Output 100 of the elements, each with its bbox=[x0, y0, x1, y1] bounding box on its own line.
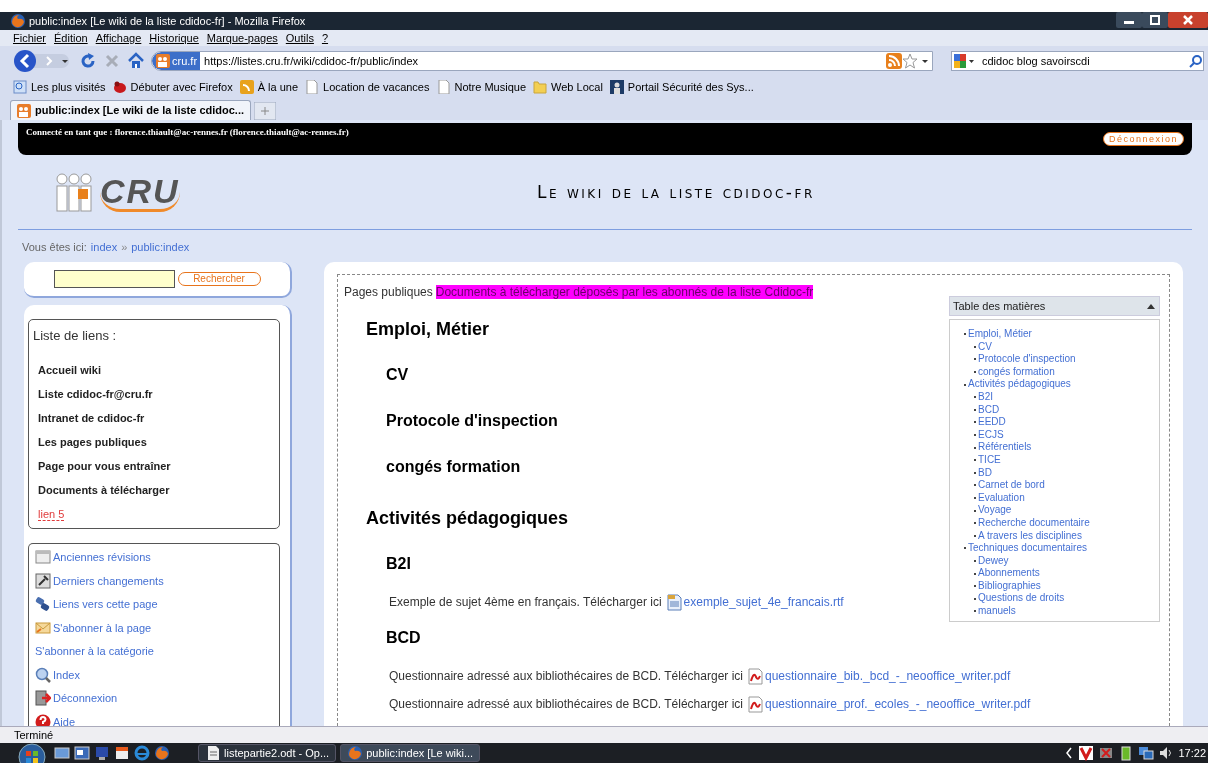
window-icon[interactable] bbox=[74, 745, 90, 761]
search-icon bbox=[13, 80, 27, 94]
search-engine-icon[interactable] bbox=[952, 52, 976, 70]
toc-link[interactable]: Protocole d'inspection bbox=[978, 353, 1076, 366]
sidebar-link[interactable]: Intranet de cdidoc-fr bbox=[38, 405, 279, 430]
toc-header[interactable]: Table des matières bbox=[949, 296, 1160, 316]
bookmark-item[interactable]: Les plus visités bbox=[13, 78, 106, 96]
sidebar-tool-link[interactable]: S'abonner à la page bbox=[35, 616, 279, 640]
toc-link[interactable]: A travers les disciplines bbox=[978, 529, 1082, 543]
toc-link[interactable]: EEDD bbox=[978, 416, 1006, 429]
toc-link[interactable]: Questions de droits bbox=[978, 592, 1065, 606]
toc-link[interactable]: Techniques documentaires bbox=[968, 542, 1087, 555]
toc-link[interactable]: Emploi, Métier bbox=[968, 328, 1032, 341]
toc-link[interactable]: BD bbox=[978, 466, 992, 480]
browser-icon[interactable] bbox=[134, 745, 150, 761]
exit-icon bbox=[35, 690, 51, 707]
star-icon[interactable] bbox=[902, 53, 918, 69]
bookmark-item[interactable]: Notre Musique bbox=[436, 78, 527, 96]
menu-item[interactable]: Affichage bbox=[95, 29, 142, 47]
network-error-icon[interactable] bbox=[1098, 745, 1115, 761]
toc-link[interactable]: manuels bbox=[978, 605, 1016, 618]
monitor-icon[interactable] bbox=[94, 745, 110, 761]
people-icon bbox=[17, 103, 31, 118]
taskbar-button[interactable]: listepartie2.odt - Op... bbox=[198, 744, 337, 762]
file-link[interactable]: questionnaire_prof._ecoles_-_neooffice_writer.pdf bbox=[764, 695, 1031, 713]
reload-icon[interactable] bbox=[79, 52, 97, 70]
search-field[interactable]: cdidoc blog savoirscdi bbox=[951, 51, 1204, 71]
links-title: Liste de liens : bbox=[33, 327, 118, 345]
chevron-icon[interactable] bbox=[1064, 746, 1075, 760]
toc-link[interactable]: CV bbox=[978, 340, 992, 354]
search-icon[interactable] bbox=[1189, 54, 1203, 68]
page-icon bbox=[436, 80, 451, 94]
toc-link[interactable]: Activités pédagogiques bbox=[968, 378, 1071, 391]
highlighted-text: Documents à télécharger déposés par les abonnés de la liste Cdidoc-fr bbox=[435, 285, 814, 299]
calendar-icon[interactable] bbox=[114, 745, 130, 761]
menu-item[interactable]: Édition bbox=[54, 29, 88, 47]
section-heading: Activités pédagogiques bbox=[366, 507, 569, 530]
toc-link[interactable]: Référentiels bbox=[978, 441, 1032, 454]
shield-icon[interactable] bbox=[1078, 745, 1095, 761]
taskbar-button[interactable]: public:index [Le wiki... bbox=[340, 744, 481, 762]
bookmark-item[interactable]: Portail Sécurité des Sys... bbox=[609, 78, 754, 96]
toc-link[interactable]: Carnet de bord bbox=[978, 479, 1045, 492]
bookmark-item[interactable]: Location de vacances bbox=[305, 78, 430, 96]
collapse-icon[interactable] bbox=[1146, 302, 1156, 310]
sidebar-tool-link[interactable]: Liens vers cette page bbox=[35, 592, 279, 616]
bookmark-item[interactable]: À la une bbox=[239, 78, 299, 96]
desktop-icon[interactable] bbox=[54, 745, 70, 761]
toc-link[interactable]: ECJS bbox=[978, 428, 1004, 442]
document-icon bbox=[205, 745, 221, 761]
sidebar-tool-link[interactable]: S'abonner à la catégorie bbox=[35, 639, 279, 663]
sidebar-link[interactable]: Liste cdidoc-fr@cru.fr bbox=[38, 381, 279, 406]
sidebar-tool-link[interactable]: Derniers changements bbox=[35, 569, 279, 593]
status-text: Terminé bbox=[14, 727, 54, 743]
sidebar-tool-link[interactable]: Anciennes révisions bbox=[35, 545, 279, 569]
toc-link[interactable]: congés formation bbox=[978, 365, 1055, 379]
sidebar-link[interactable]: lien 5 bbox=[38, 501, 279, 526]
logout-button[interactable]: Déconnexion bbox=[1102, 132, 1184, 146]
pdf-file-icon bbox=[746, 667, 764, 685]
sidebar-link[interactable]: Page pour vous entraîner bbox=[38, 453, 279, 478]
menu-item[interactable]: Outils bbox=[285, 29, 314, 47]
browser-tab[interactable]: public:index [Le wiki de la liste cdidoc... bbox=[10, 100, 252, 120]
pdf-file-icon bbox=[746, 695, 764, 713]
file-link[interactable]: exemple_sujet_4e_francais.rtf bbox=[683, 593, 844, 611]
search-input[interactable] bbox=[53, 270, 175, 288]
home-icon[interactable] bbox=[127, 52, 145, 70]
bookmark-item[interactable]: Web Local bbox=[533, 78, 603, 96]
toc-link[interactable]: Voyage bbox=[978, 504, 1012, 517]
toc-link[interactable]: Bibliographies bbox=[978, 579, 1041, 593]
bookmark-item[interactable]: Débuter avec Firefox bbox=[112, 78, 233, 96]
toc-link[interactable]: B2I bbox=[978, 390, 993, 404]
page-icon bbox=[305, 80, 320, 94]
menu-item[interactable]: Fichier bbox=[13, 29, 46, 47]
sidebar-tool-link[interactable]: Déconnexion bbox=[35, 686, 279, 710]
toc-link[interactable]: Abonnements bbox=[978, 567, 1040, 580]
menu-item[interactable]: Historique bbox=[149, 29, 199, 47]
feed-icon[interactable] bbox=[886, 53, 902, 69]
menu-item[interactable]: ? bbox=[321, 29, 329, 47]
sidebar-link[interactable]: Accueil wiki bbox=[38, 357, 279, 382]
sidebar-link[interactable]: Documents à télécharger bbox=[38, 477, 279, 502]
network-icon[interactable] bbox=[1138, 745, 1155, 761]
window-icon bbox=[35, 549, 51, 566]
minimize-icon[interactable] bbox=[1116, 12, 1142, 28]
search-button[interactable]: Rechercher bbox=[177, 272, 261, 286]
menu-item[interactable]: Marque-pages bbox=[206, 29, 278, 47]
breadcrumb-link[interactable]: public:index bbox=[131, 239, 190, 256]
breadcrumb-link[interactable]: index bbox=[90, 239, 118, 256]
sidebar-link[interactable]: Les pages publiques bbox=[38, 429, 279, 454]
restore-icon[interactable] bbox=[1142, 12, 1168, 28]
toc-link[interactable]: BCD bbox=[978, 403, 1000, 417]
toc-link[interactable]: Dewey bbox=[978, 554, 1009, 568]
sidebar-tool-link[interactable]: Index bbox=[35, 663, 279, 687]
close-icon[interactable] bbox=[1168, 12, 1208, 28]
toc-link[interactable]: Evaluation bbox=[978, 491, 1025, 505]
toc-link[interactable]: Recherche documentaire bbox=[978, 516, 1090, 530]
people-icon bbox=[156, 54, 170, 68]
address-bar[interactable]: cru.fr https://listes.cru.fr/wiki/cdidoc-fr/public/index bbox=[151, 51, 933, 71]
file-link[interactable]: questionnaire_bib._bcd_-_neooffice_writer.pdf bbox=[764, 667, 1011, 685]
window-title: public:index [Le wiki de la liste cdidoc-fr] - Mozilla Firefox bbox=[29, 13, 307, 29]
site-identity-button[interactable]: cru.fr bbox=[152, 52, 201, 70]
toc-link[interactable]: TICE bbox=[978, 453, 1001, 467]
